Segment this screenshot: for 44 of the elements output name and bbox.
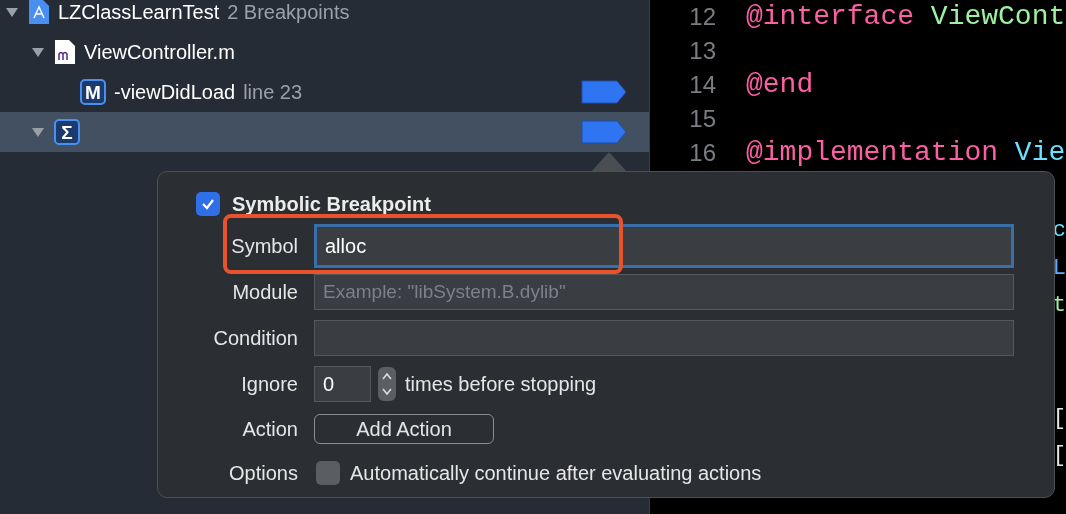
number-field[interactable]: 0	[314, 366, 371, 402]
suffix-text: times before stopping	[405, 372, 597, 397]
checkmark-icon	[201, 197, 215, 211]
app-project-icon	[28, 0, 50, 25]
navigator-row[interactable]: Σ	[0, 112, 649, 152]
code-fragment: [	[1052, 442, 1066, 470]
breakpoint-marker-icon[interactable]	[581, 80, 627, 104]
code-fragment: L	[1052, 254, 1066, 283]
field-label: Symbol	[230, 234, 299, 259]
field-label: Ignore	[240, 372, 299, 397]
navigator-detail: line 23	[243, 80, 303, 105]
code-line: @interface ViewCont	[746, 0, 1066, 34]
text-field[interactable]	[314, 320, 1014, 356]
navigator-detail: 2 Breakpoints	[227, 0, 350, 25]
checkbox[interactable]	[316, 461, 340, 485]
code-fragment: [	[1052, 404, 1066, 433]
line-number: 15	[688, 104, 716, 134]
code-fragment: t	[1052, 292, 1066, 320]
stepper-icon[interactable]	[378, 367, 396, 401]
code-line: @implementation Vie	[746, 136, 1066, 170]
navigator-row[interactable]: M -viewDidLoad line 23	[0, 72, 649, 112]
code-line: @end	[746, 68, 814, 102]
field-label: Module	[231, 280, 299, 305]
field-label: Condition	[212, 326, 299, 351]
line-number: 14	[688, 70, 716, 100]
field-label: Options	[228, 461, 299, 486]
add-action-button[interactable]: Add Action	[314, 414, 494, 444]
navigator-label: -viewDidLoad	[114, 80, 236, 105]
sigma-icon: Σ	[54, 119, 80, 145]
text-field[interactable]: alloc	[314, 224, 1014, 268]
field-label: Action	[241, 417, 299, 442]
popover-title: Symbolic Breakpoint	[232, 192, 431, 217]
breakpoint-marker-icon[interactable]	[581, 120, 627, 144]
navigator-label: ViewController.m	[84, 40, 235, 65]
navigator-row[interactable]: LZClassLearnTest 2 Breakpoints	[0, 0, 649, 32]
checkbox-label: Automatically continue after evaluating actions	[350, 461, 762, 486]
method-icon: M	[80, 79, 106, 105]
line-number: 13	[688, 36, 716, 66]
line-number: 16	[688, 138, 716, 168]
navigator-row[interactable]: ViewController.m	[0, 32, 649, 72]
objc-file-icon	[54, 39, 76, 65]
enabled-checkbox[interactable]	[196, 192, 220, 216]
line-number: 12	[688, 2, 716, 32]
navigator-label: LZClassLearnTest	[58, 0, 220, 25]
